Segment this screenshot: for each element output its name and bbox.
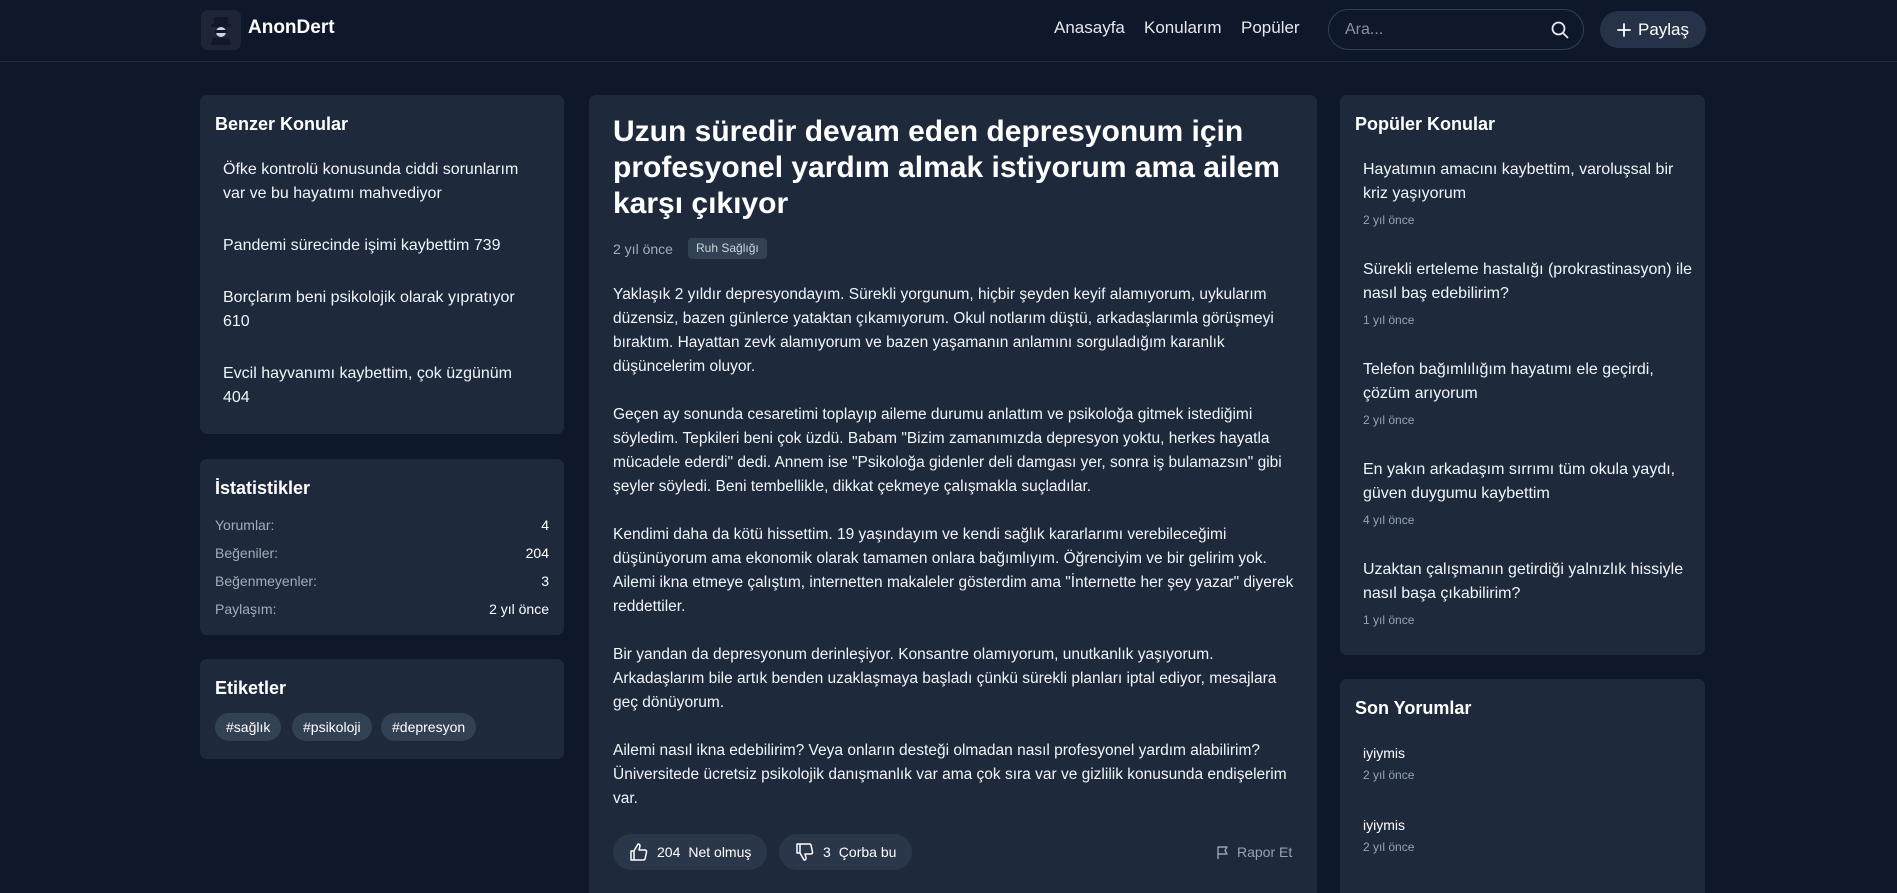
recent-comments-card: Son Yorumlar iyiymis 2 yıl önce iyiymis …	[1340, 679, 1705, 893]
share-button-label: Paylaş	[1637, 19, 1690, 39]
stat-label: Yorumlar:	[215, 517, 275, 533]
popular-topic-link[interactable]: Hayatımın amacını kaybettim, varoluşsal …	[1363, 158, 1693, 206]
popular-topic-time: 1 yıl önce	[1363, 613, 1415, 627]
like-button[interactable]: 204 Net olmuş	[613, 834, 768, 870]
nav-home[interactable]: Anasayfa	[1054, 18, 1125, 38]
top-header: AnonDert Anasayfa Konularım Popüler Payl…	[0, 0, 1897, 62]
plus-icon	[1617, 22, 1631, 37]
stat-label: Beğeniler:	[215, 545, 279, 561]
stat-label: Paylaşım:	[215, 601, 277, 617]
post-card: Uzun süredir devam eden depresyonum için…	[589, 95, 1317, 893]
popular-topic-time: 1 yıl önce	[1363, 313, 1415, 327]
tag-chip[interactable]: #depresyon	[381, 713, 477, 741]
popular-topics-card: Popüler Konular Hayatımın amacını kaybet…	[1340, 95, 1705, 655]
post-time: 2 yıl önce	[613, 241, 673, 257]
like-count: 204	[657, 844, 681, 860]
similar-topic-link[interactable]: Borçlarım beni psikolojik olarak yıpratı…	[223, 286, 523, 334]
report-button[interactable]: Rapor Et	[1216, 844, 1292, 860]
search-icon[interactable]	[1551, 21, 1569, 39]
stats-title: İstatistikler	[215, 478, 311, 498]
dislike-count: 3	[823, 844, 831, 860]
popular-topic-link[interactable]: Uzaktan çalışmanın getirdiği yalnızlık h…	[1363, 558, 1693, 606]
post-paragraph: Bir yandan da depresyonum derinleşiyor. …	[613, 646, 1277, 711]
similar-topic-link[interactable]: Evcil hayvanımı kaybettim, çok üzgünüm 4…	[223, 362, 543, 410]
popular-topics-title: Popüler Konular	[1355, 114, 1496, 134]
similar-topics-card: Benzer Konular Öfke kontrolü konusunda c…	[200, 95, 564, 434]
nav-popular[interactable]: Popüler	[1241, 18, 1300, 38]
post-paragraph: Ailemi nasıl ikna edebilirim? Veya onlar…	[613, 742, 1287, 807]
similar-topic-link[interactable]: Pandemi sürecinde işimi kaybettim 739	[223, 234, 543, 258]
popular-topic-time: 2 yıl önce	[1363, 213, 1415, 227]
anonymous-avatar-icon	[211, 17, 231, 45]
stat-row: Paylaşım: 2 yıl önce	[215, 601, 549, 617]
comment-time: 2 yıl önce	[1363, 768, 1415, 782]
post-paragraph: Geçen ay sonunda cesaretimi toplayıp ail…	[613, 406, 1282, 495]
comment-time: 2 yıl önce	[1363, 840, 1415, 854]
post-category-badge[interactable]: Ruh Sağlığı	[688, 238, 767, 259]
popular-topic-link[interactable]: Telefon bağımlılığım hayatımı ele geçird…	[1363, 358, 1693, 406]
stat-row: Beğeniler: 204	[215, 545, 549, 561]
thumbs-up-icon	[630, 843, 648, 861]
similar-topics-title: Benzer Konular	[215, 114, 349, 134]
popular-topic-time: 4 yıl önce	[1363, 513, 1415, 527]
stat-value: 2 yıl önce	[489, 601, 549, 617]
tag-chip[interactable]: #sağlık	[215, 713, 282, 741]
stat-value: 4	[541, 517, 549, 533]
search-input[interactable]	[1345, 10, 1545, 49]
post-paragraph: Kendimi daha da kötü hissettim. 19 yaşın…	[613, 526, 1294, 615]
report-label: Rapor Et	[1237, 844, 1293, 860]
like-label: Net olmuş	[688, 844, 752, 860]
brand-name[interactable]: AnonDert	[248, 17, 335, 39]
stat-row: Yorumlar: 4	[215, 517, 549, 533]
recent-comments-title: Son Yorumlar	[1355, 698, 1472, 718]
stat-row: Beğenmeyenler: 3	[215, 573, 549, 589]
nav-my-topics[interactable]: Konularım	[1144, 18, 1221, 38]
post-paragraph: Yaklaşık 2 yıldır depresyondayım. Sürekl…	[613, 286, 1274, 375]
stats-card: İstatistikler Yorumlar: 4 Beğeniler: 204…	[200, 459, 564, 635]
tag-chip[interactable]: #psikoloji	[292, 713, 372, 741]
similar-topic-link[interactable]: Öfke kontrolü konusunda ciddi sorunlarım…	[223, 158, 543, 206]
popular-topic-time: 2 yıl önce	[1363, 413, 1415, 427]
comment-author[interactable]: iyiymis	[1363, 745, 1405, 761]
post-title: Uzun süredir devam eden depresyonum için…	[613, 115, 1280, 220]
stat-label: Beğenmeyenler:	[215, 573, 317, 589]
logo[interactable]	[201, 10, 241, 50]
popular-topic-link[interactable]: En yakın arkadaşım sırrımı tüm okula yay…	[1363, 458, 1693, 506]
tags-title: Etiketler	[215, 678, 287, 698]
flag-icon	[1217, 845, 1228, 859]
popular-topic-link[interactable]: Sürekli erteleme hastalığı (prokrastinas…	[1363, 258, 1693, 306]
comment-author[interactable]: iyiymis	[1363, 817, 1405, 833]
tags-card: Etiketler #sağlık #psikoloji #depresyon	[200, 659, 564, 759]
thumbs-down-icon	[796, 843, 814, 861]
share-button[interactable]: Paylaş	[1600, 11, 1706, 48]
search-box	[1328, 9, 1584, 50]
stat-value: 204	[525, 545, 549, 561]
dislike-button[interactable]: 3 Çorba bu	[779, 834, 913, 870]
dislike-label: Çorba bu	[838, 844, 897, 860]
stat-value: 3	[541, 573, 549, 589]
